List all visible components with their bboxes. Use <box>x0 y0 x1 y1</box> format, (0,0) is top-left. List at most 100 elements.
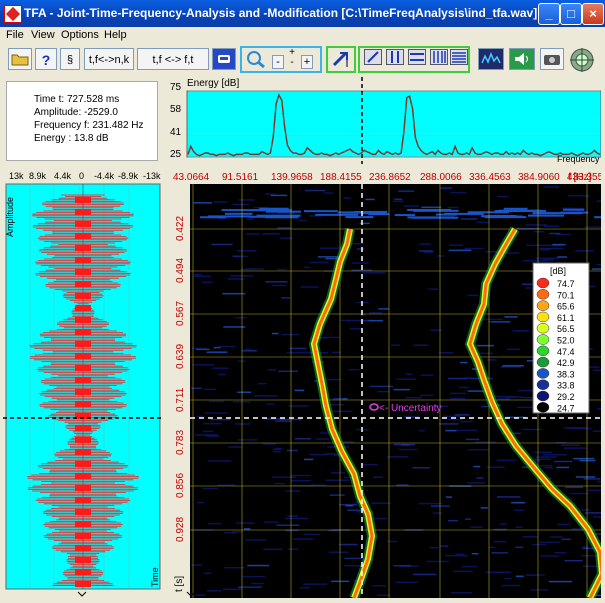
spectrogram-view-button[interactable] <box>478 48 504 70</box>
noise-cell <box>191 387 202 390</box>
maximize-button[interactable]: □ <box>560 3 582 25</box>
noise-cell <box>257 382 267 385</box>
uncertainty-label: <- Uncertainty <box>379 403 442 414</box>
noise-cell <box>262 443 277 445</box>
amplitude-panel[interactable]: 13k 8.9k 4.4k 0 -4.4k -8.9k -13k Amplitu… <box>3 167 163 598</box>
noise-cell <box>201 281 213 283</box>
play-sound-button[interactable] <box>509 48 535 70</box>
energy-label: Energy [dB] <box>187 78 239 89</box>
cursor-tool-button[interactable] <box>331 50 351 68</box>
noise-cell <box>549 536 563 538</box>
select-horizontal-button[interactable] <box>408 49 426 65</box>
transform-tf-button[interactable]: t,f <-> f,t <box>137 48 209 70</box>
noise-cell <box>533 230 545 233</box>
noise-cell <box>514 509 525 512</box>
noise-cell <box>244 528 251 530</box>
noise-cell <box>193 202 213 204</box>
select-multi-horizontal-button[interactable] <box>450 49 468 65</box>
noise-cell <box>525 224 548 226</box>
arrow-cursor-icon <box>332 51 348 67</box>
select-diagonal-button[interactable] <box>364 49 382 65</box>
open-folder-button[interactable] <box>8 48 32 70</box>
noise-cell <box>428 288 439 290</box>
select-vertical-button[interactable] <box>386 49 404 65</box>
noise-cell <box>531 543 546 546</box>
colorbar-level: 56.5 <box>557 324 575 334</box>
noise-cell <box>471 552 479 555</box>
colorbar-level: 65.6 <box>557 302 575 312</box>
zoom-vertical-button[interactable]: + - <box>287 48 297 70</box>
noise-cell <box>197 501 205 504</box>
zoom-magnifier-button[interactable] <box>244 49 268 69</box>
select-multi-vertical-button[interactable] <box>430 49 448 65</box>
noise-cell <box>581 546 589 548</box>
zoom-out-button[interactable]: - <box>272 55 284 69</box>
noise-cell <box>596 263 605 266</box>
menu-file[interactable]: File <box>6 29 24 41</box>
wave-burst <box>75 365 91 371</box>
menu-bar: File View Options Help <box>0 27 605 45</box>
transform-tn-button[interactable]: t,f<->n,k <box>84 48 134 70</box>
freq-tick: 188.4155 <box>320 172 362 183</box>
noise-cell <box>418 429 425 432</box>
question-icon: ? <box>41 52 51 68</box>
noise-cell <box>573 457 594 460</box>
noise-cell <box>345 216 374 219</box>
noise-cell <box>447 206 459 209</box>
noise-cell <box>407 216 455 219</box>
wave-burst <box>75 473 91 479</box>
noise-cell <box>421 206 442 209</box>
noise-cell <box>237 391 252 393</box>
noise-cell <box>557 256 568 258</box>
noise-cell <box>287 515 298 517</box>
energy-spectrum-panel[interactable]: Energy [dB] 75 58 41 25 Frequency <box>165 77 601 164</box>
amp-x-tick: -8.9k <box>118 171 139 181</box>
colorbar-level: 42.9 <box>557 358 575 368</box>
menu-help[interactable]: Help <box>104 29 127 41</box>
noise-cell <box>217 484 236 486</box>
wave-burst <box>75 293 91 299</box>
wave-burst <box>75 437 91 443</box>
noise-cell <box>246 233 260 235</box>
noise-cell <box>506 348 521 351</box>
amp-x-tick: 4.4k <box>54 171 72 181</box>
noise-cell <box>465 438 480 441</box>
help-button[interactable]: ? <box>35 48 57 70</box>
energy-x-label: Frequency <box>557 154 600 164</box>
noise-cell <box>419 250 433 252</box>
noise-cell <box>412 573 437 576</box>
noise-cell <box>265 210 302 213</box>
noise-cell <box>592 516 601 518</box>
record-button[interactable] <box>540 48 564 70</box>
noise-cell <box>405 396 423 399</box>
noise-cell <box>193 275 212 278</box>
menu-options[interactable]: Options <box>61 29 99 41</box>
context-help-button[interactable]: § <box>60 48 80 70</box>
noise-cell <box>450 191 467 194</box>
minimize-button[interactable]: _ <box>538 3 560 25</box>
noise-cell <box>213 201 228 203</box>
noise-cell <box>493 540 507 543</box>
menu-view[interactable]: View <box>31 29 55 41</box>
noise-cell <box>543 186 560 188</box>
noise-cell <box>552 243 566 246</box>
play-loop-button[interactable] <box>212 48 236 70</box>
time-frequency-panel[interactable]: 43.0664 91.5161 139.9658 188.4155 236.8652 28… <box>165 167 605 601</box>
noise-cell <box>436 255 445 257</box>
noise-cell <box>430 505 450 507</box>
wave-burst <box>75 353 91 359</box>
noise-cell <box>448 249 472 252</box>
wave-burst <box>75 389 91 395</box>
vertical-lines-icon <box>391 51 399 63</box>
noise-cell <box>557 523 570 526</box>
colorbar-swatch <box>536 322 550 334</box>
noise-cell <box>554 460 573 463</box>
noise-cell <box>419 243 432 245</box>
close-button[interactable]: × <box>582 3 604 25</box>
noise-cell <box>539 541 560 544</box>
settings-wheel-button[interactable] <box>569 47 595 73</box>
zoom-in-button[interactable]: + <box>301 55 313 69</box>
noise-cell <box>331 351 341 354</box>
noise-cell <box>344 557 363 560</box>
noise-cell <box>303 583 327 585</box>
